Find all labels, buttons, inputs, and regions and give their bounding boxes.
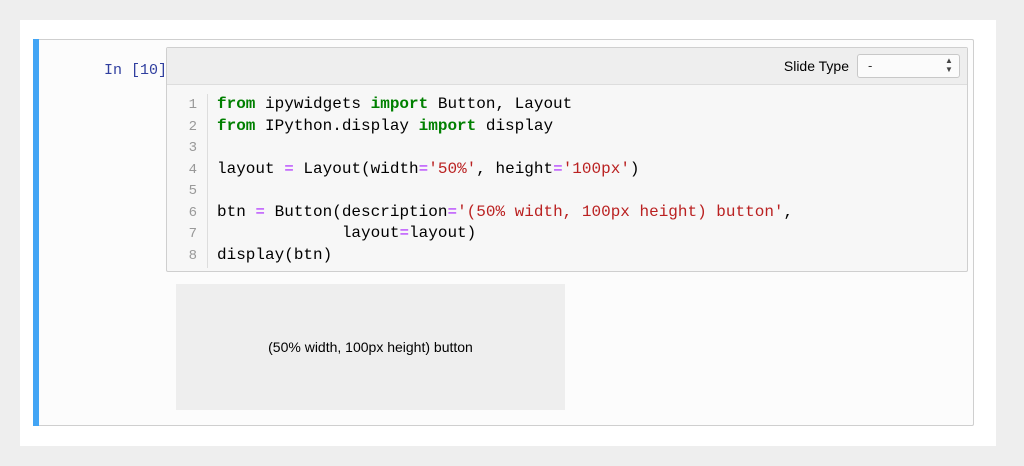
code-editor[interactable]: 1 from ipywidgets import Button, Layout 2 f… — [167, 95, 967, 267]
code-text: display(btn) — [217, 246, 332, 264]
code-line[interactable]: 2 from IPython.display import display — [167, 117, 967, 139]
code-token: , — [783, 202, 794, 221]
code-text: from ipywidgets import Button, Layout — [217, 95, 572, 113]
line-number: 6 — [188, 204, 197, 221]
code-text: layout=layout) — [217, 224, 476, 242]
code-cell[interactable]: In [10]: Slide Type - ▲ ▼ 1 from ipywidget… — [33, 39, 974, 426]
code-keyword: import — [370, 95, 429, 113]
code-operator: = — [284, 159, 294, 178]
line-number: 3 — [188, 140, 197, 156]
code-token: Button, Layout — [428, 95, 573, 113]
line-number: 1 — [188, 97, 197, 113]
code-line[interactable]: 1 from ipywidgets import Button, Layout — [167, 95, 967, 117]
output-widget-button[interactable]: (50% width, 100px height) button — [176, 284, 565, 410]
code-token: IPython.display — [255, 116, 419, 135]
code-line[interactable]: 3 — [167, 138, 967, 160]
select-updown-icon: ▲ ▼ — [945, 56, 953, 74]
code-line[interactable]: 7 layout=layout) — [167, 224, 967, 246]
code-string: '50%' — [428, 159, 477, 178]
code-token: ipywidgets — [255, 95, 371, 113]
code-token: layout — [217, 224, 400, 242]
code-token: layout) — [409, 224, 477, 242]
code-input-area[interactable]: Slide Type - ▲ ▼ 1 from ipywidgets import … — [166, 47, 968, 272]
code-operator: = — [447, 202, 458, 221]
line-number: 8 — [188, 247, 197, 264]
code-line[interactable]: 8 display(btn) — [167, 246, 967, 268]
line-number: 2 — [188, 118, 197, 135]
line-number: 4 — [188, 161, 197, 178]
code-operator: = — [418, 159, 429, 178]
code-keyword: import — [418, 116, 477, 135]
line-number: 7 — [188, 226, 197, 242]
code-token: , height — [476, 159, 554, 178]
code-string: '(50% width, 100px height) button' — [457, 202, 784, 221]
code-line[interactable]: 6 btn = Button(description='(50% width, 1… — [167, 203, 967, 225]
line-number: 5 — [188, 183, 197, 199]
code-line[interactable]: 4 layout = Layout(width='50%', height='10… — [167, 160, 967, 182]
slide-type-select[interactable]: - ▲ ▼ — [857, 54, 960, 78]
slide-type-label: Slide Type — [783, 58, 849, 74]
code-operator: = — [553, 159, 563, 178]
code-string: '100px' — [562, 159, 630, 178]
selected-cell-indicator — [33, 39, 39, 426]
slide-type-value: - — [868, 58, 873, 73]
code-token: btn — [217, 202, 256, 221]
notebook-container: In [10]: Slide Type - ▲ ▼ 1 from ipywidget… — [20, 20, 996, 446]
code-keyword: from — [217, 95, 256, 113]
code-text: btn = Button(description='(50% width, 10… — [217, 203, 793, 221]
code-line[interactable]: 5 — [167, 181, 967, 203]
code-token: display(btn) — [217, 245, 333, 264]
code-text: layout = Layout(width='50%', height='100… — [217, 160, 640, 178]
code-token: layout — [217, 159, 285, 178]
code-token: ) — [629, 159, 640, 178]
code-text: from IPython.display import display — [217, 117, 553, 135]
code-operator: = — [399, 224, 410, 242]
code-token: display — [476, 116, 554, 135]
code-token: Button(description — [265, 202, 448, 221]
code-operator: = — [255, 202, 266, 221]
cell-toolbar: Slide Type - ▲ ▼ — [167, 48, 967, 85]
code-token: Layout(width — [293, 159, 419, 178]
code-keyword: from — [217, 116, 256, 135]
input-prompt: In [10]: — [103, 62, 176, 79]
